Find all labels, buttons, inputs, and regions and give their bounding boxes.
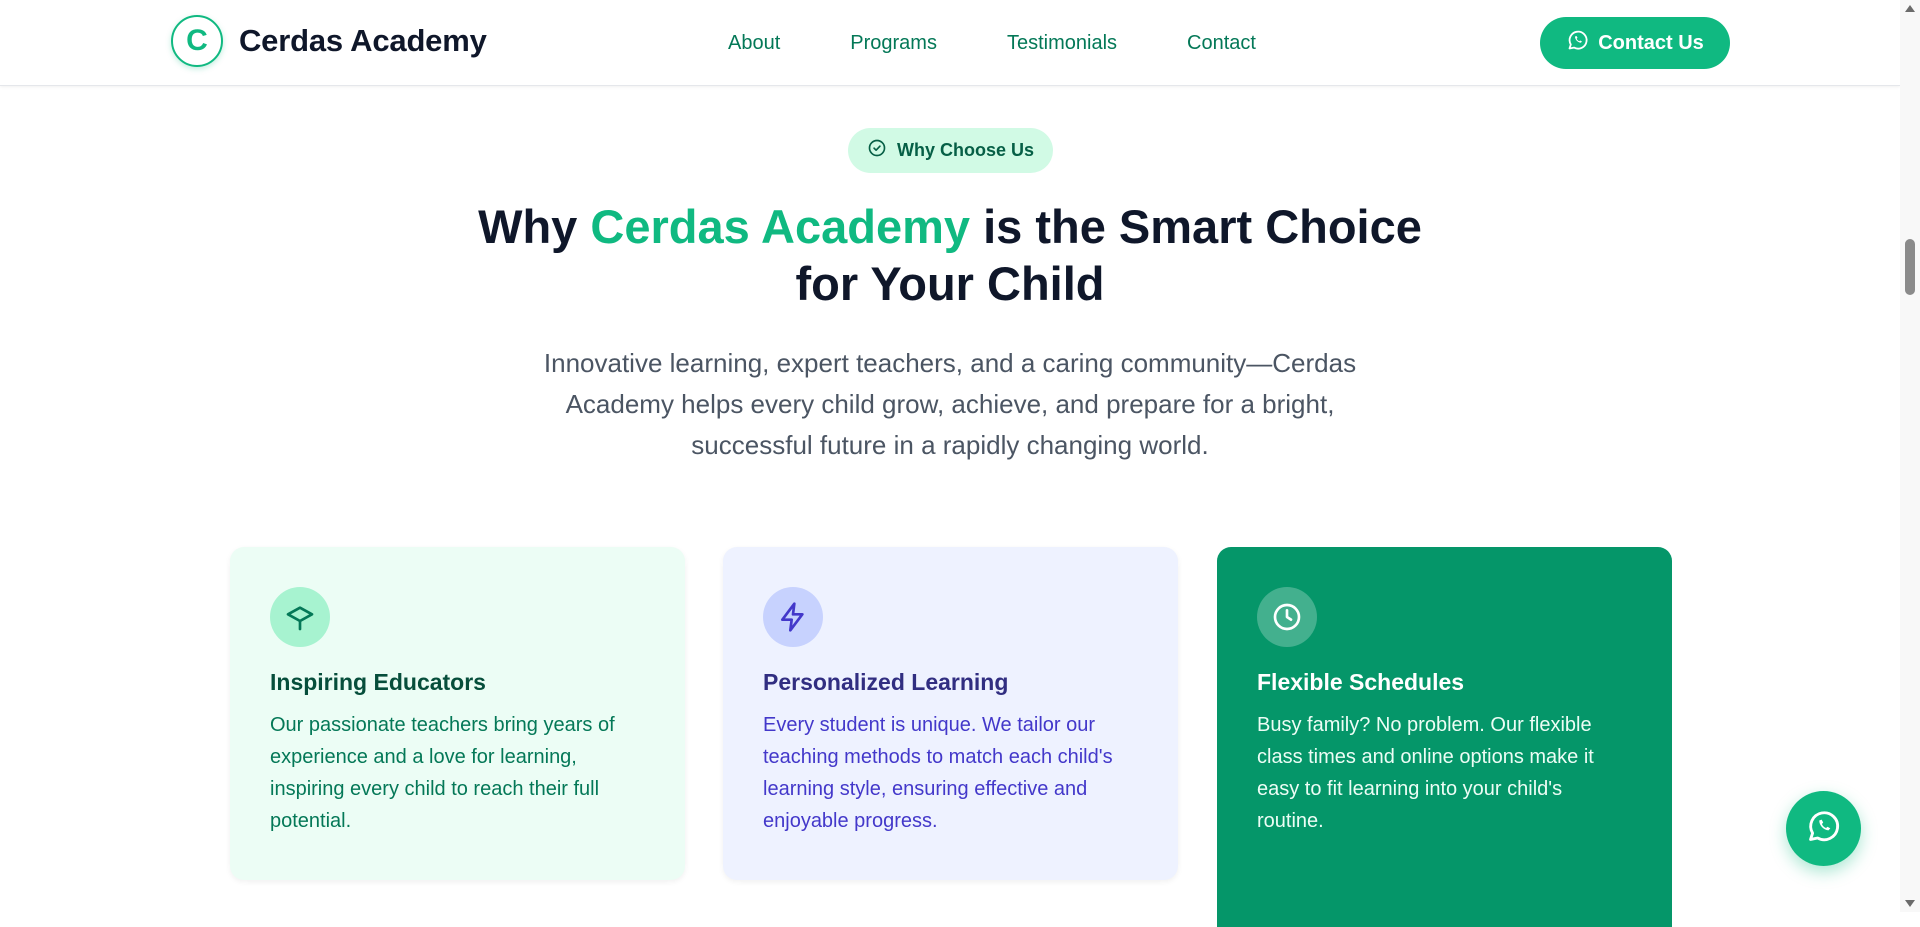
- contact-us-label: Contact Us: [1598, 31, 1704, 54]
- scroll-down-arrow[interactable]: [1905, 900, 1915, 907]
- headline-prefix: Why: [478, 200, 591, 253]
- badge-label: Why Choose Us: [896, 140, 1034, 160]
- section-lead: Innovative learning, expert teachers, an…: [543, 348, 1357, 460]
- headline-accent: Cerdas Academy: [590, 200, 971, 253]
- nav-link-contact[interactable]: Contact: [1187, 29, 1256, 57]
- whatsapp-float-button[interactable]: [1786, 791, 1861, 866]
- card-title: Personalized Learning: [763, 669, 1009, 695]
- section-headline: Why Cerdas Academy is the Smart Choice f…: [460, 198, 1440, 312]
- whatsapp-icon: [1566, 28, 1590, 58]
- brand-name: Cerdas Academy: [239, 23, 487, 58]
- lightning-icon: [763, 587, 823, 647]
- contact-us-button[interactable]: Contact Us: [1540, 17, 1730, 69]
- check-circle-icon: [867, 138, 887, 163]
- graduation-cap-icon: [270, 587, 330, 647]
- page-scrollbar[interactable]: [1900, 0, 1920, 912]
- nav-link-programs[interactable]: Programs: [850, 29, 937, 57]
- card-title: Inspiring Educators: [270, 669, 486, 695]
- site-header: C Cerdas Academy About Programs Testimon…: [0, 0, 1900, 86]
- card-text: Every student is unique. We tailor our t…: [763, 714, 1113, 832]
- card-title: Flexible Schedules: [1257, 669, 1465, 695]
- card-text: Busy family? No problem. Our flexible cl…: [1257, 714, 1594, 832]
- scroll-up-arrow[interactable]: [1905, 5, 1915, 12]
- scroll-thumb[interactable]: [1905, 239, 1915, 295]
- nav-link-testimonials[interactable]: Testimonials: [1007, 29, 1117, 57]
- brand-logo-link[interactable]: C Cerdas Academy: [171, 15, 487, 67]
- feature-card-personalized-learning: Personalized Learning Every student is u…: [723, 547, 1178, 880]
- nav-link-about[interactable]: About: [728, 29, 780, 57]
- main-nav: About Programs Testimonials Contact: [728, 29, 1256, 57]
- feature-card-flexible-schedules: Flexible Schedules Busy family? No probl…: [1217, 547, 1672, 927]
- feature-card-inspiring-educators: Inspiring Educators Our passionate teach…: [230, 547, 685, 880]
- why-choose-us-badge: Why Choose Us: [848, 128, 1053, 173]
- clock-icon: [1257, 587, 1317, 647]
- card-text: Our passionate teachers bring years of e…: [270, 714, 615, 832]
- logo-mark: C: [171, 15, 223, 67]
- whatsapp-icon: [1805, 807, 1843, 850]
